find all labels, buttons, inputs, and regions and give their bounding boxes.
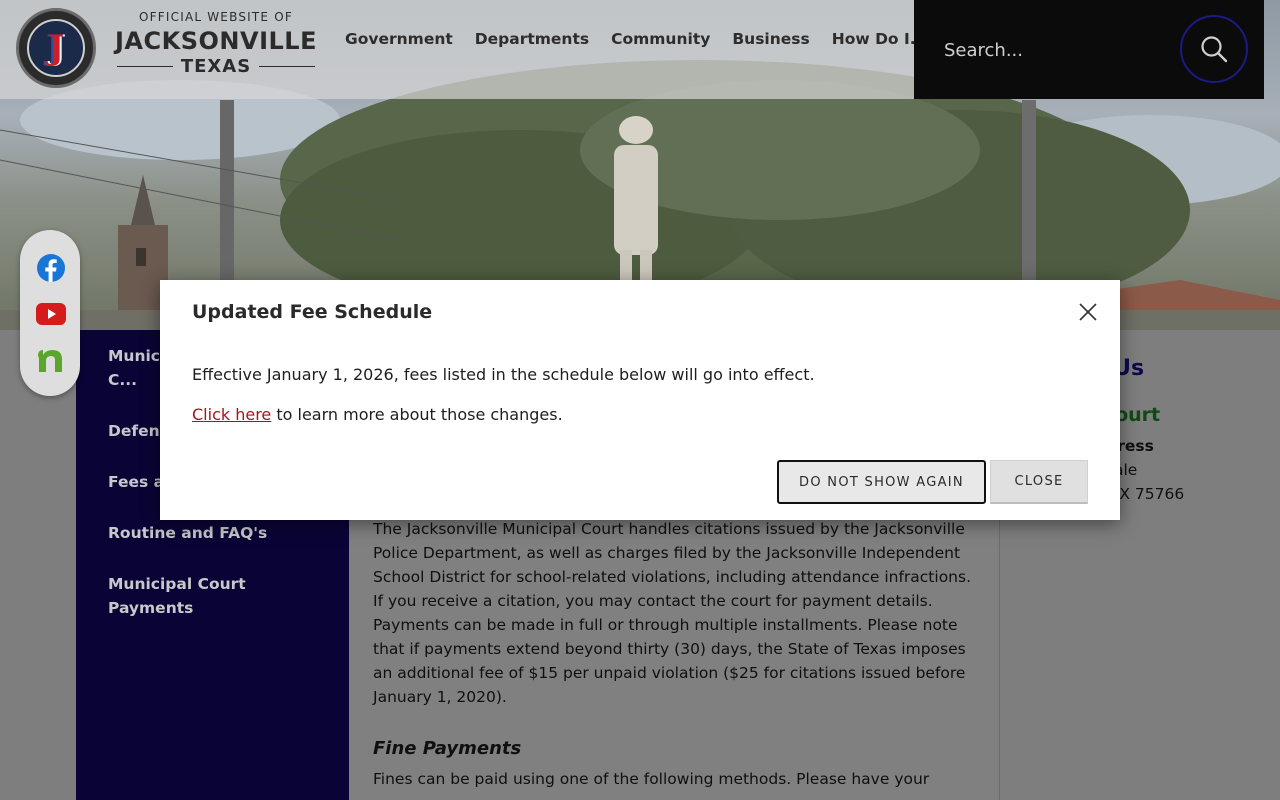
nav-business[interactable]: Business: [732, 30, 809, 48]
modal-close-x-button[interactable]: [1072, 296, 1104, 328]
seal-j-mark: J: [47, 28, 65, 68]
do-not-show-again-button[interactable]: DO NOT SHOW AGAIN: [777, 460, 986, 504]
nav-departments[interactable]: Departments: [475, 30, 589, 48]
facebook-link[interactable]: [35, 252, 67, 284]
logo-rule-left: [116, 66, 173, 67]
logo-state: TEXAS: [180, 56, 252, 77]
logo-rule-right: [259, 66, 316, 67]
nextdoor-link[interactable]: [35, 344, 67, 376]
search-input[interactable]: [944, 33, 1164, 67]
sidebar-item-routine-faqs[interactable]: Routine and FAQ's: [108, 521, 328, 545]
social-links: [20, 230, 80, 396]
facebook-icon: [37, 254, 65, 282]
main-nav: Government Departments Community Busines…: [345, 30, 949, 48]
nextdoor-icon: [38, 350, 62, 372]
modal-title: Updated Fee Schedule: [192, 301, 433, 323]
youtube-icon: [36, 303, 66, 325]
fine-payments-text: Fines can be paid using one of the follo…: [373, 770, 930, 788]
logo-state-row: TEXAS: [110, 56, 322, 77]
click-here-link[interactable]: Click here: [192, 405, 271, 424]
youtube-link[interactable]: [35, 298, 67, 330]
close-icon: [1079, 303, 1097, 321]
fee-schedule-modal: Updated Fee Schedule Effective January 1…: [160, 280, 1120, 520]
logo-tagline: OFFICIAL WEBSITE OF: [139, 10, 293, 24]
nav-government[interactable]: Government: [345, 30, 453, 48]
site-header: J OFFICIAL WEBSITE OF JACKSONVILLE TEXAS…: [0, 0, 927, 99]
modal-message: Effective January 1, 2026, fees listed i…: [192, 365, 815, 384]
search-button[interactable]: [1180, 15, 1248, 83]
city-seal-logo[interactable]: J: [16, 8, 96, 88]
search-bar: [914, 0, 1264, 99]
close-button[interactable]: CLOSE: [990, 460, 1088, 504]
modal-link-line: Click here to learn more about those cha…: [192, 405, 563, 424]
fine-payments-heading: Fine Payments: [373, 738, 522, 759]
sidebar-item-court-payments[interactable]: Municipal Court Payments: [108, 572, 328, 620]
logo-city: JACKSONVILLE: [115, 27, 317, 55]
nav-community[interactable]: Community: [611, 30, 710, 48]
modal-link-suffix: to learn more about those changes.: [271, 405, 563, 424]
court-description: The Jacksonville Municipal Court handles…: [373, 520, 971, 706]
seal-inner: J: [27, 19, 85, 77]
site-logo-text[interactable]: OFFICIAL WEBSITE OF JACKSONVILLE TEXAS: [110, 10, 322, 77]
search-icon: [1201, 36, 1228, 63]
